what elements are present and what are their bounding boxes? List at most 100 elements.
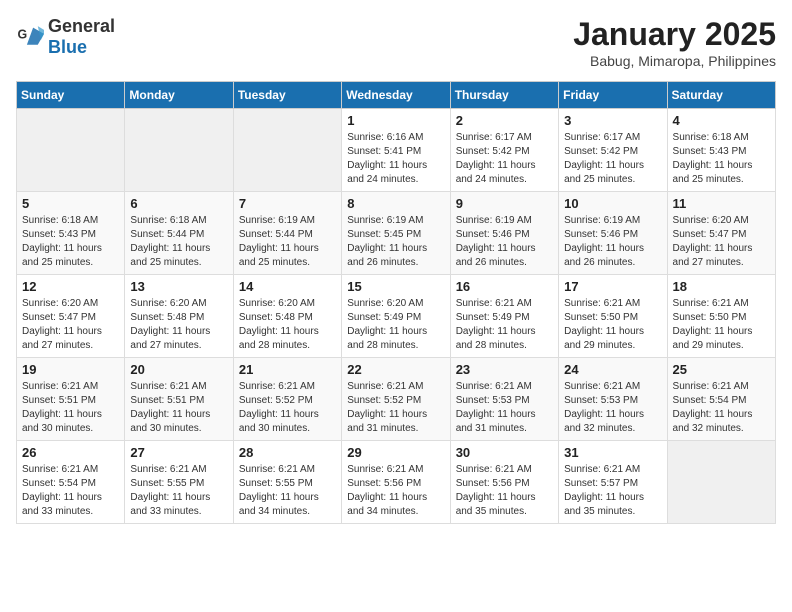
calendar-cell: 30Sunrise: 6:21 AMSunset: 5:56 PMDayligh… bbox=[450, 441, 558, 524]
day-number: 5 bbox=[22, 196, 119, 211]
svg-text:G: G bbox=[18, 28, 28, 42]
day-number: 22 bbox=[347, 362, 444, 377]
day-number: 28 bbox=[239, 445, 336, 460]
calendar-table: SundayMondayTuesdayWednesdayThursdayFrid… bbox=[16, 81, 776, 524]
calendar-cell: 23Sunrise: 6:21 AMSunset: 5:53 PMDayligh… bbox=[450, 358, 558, 441]
day-info: Sunrise: 6:19 AMSunset: 5:44 PMDaylight:… bbox=[239, 214, 336, 270]
logo: G General Blue bbox=[16, 16, 115, 58]
day-number: 9 bbox=[456, 196, 553, 211]
calendar-cell: 27 Sunrise: 6:21 AMSunset: 5:55 PMDayligh… bbox=[125, 441, 233, 524]
day-number: 31 bbox=[564, 445, 661, 460]
day-number: 3 bbox=[564, 113, 661, 128]
calendar-cell: 22 Sunrise: 6:21 AMSunset: 5:52 PMDayligh… bbox=[342, 358, 450, 441]
calendar-cell: 2 Sunrise: 6:17 AMSunset: 5:42 PMDaylight… bbox=[450, 109, 558, 192]
day-info: Sunrise: 6:17 AMSunset: 5:42 PMDaylight:… bbox=[456, 131, 553, 187]
day-info: Sunrise: 6:21 AMSunset: 5:52 PMDaylight:… bbox=[239, 380, 336, 436]
calendar-cell bbox=[667, 441, 775, 524]
calendar-cell: 5 Sunrise: 6:18 AMSunset: 5:43 PMDaylight… bbox=[17, 192, 125, 275]
week-row-4: 19 Sunrise: 6:21 AMSunset: 5:51 PMDayligh… bbox=[17, 358, 776, 441]
calendar-cell bbox=[125, 109, 233, 192]
title-block: January 2025 Babug, Mimaropa, Philippine… bbox=[573, 16, 776, 69]
day-info: Sunrise: 6:20 AMSunset: 5:49 PMDaylight:… bbox=[347, 297, 444, 353]
day-info: Sunrise: 6:21 AMSunset: 5:51 PMDaylight:… bbox=[130, 380, 227, 436]
day-header-sunday: Sunday bbox=[17, 82, 125, 109]
day-number: 26 bbox=[22, 445, 119, 460]
day-number: 4 bbox=[673, 113, 770, 128]
calendar-cell: 29 Sunrise: 6:21 AMSunset: 5:56 PMDayligh… bbox=[342, 441, 450, 524]
calendar-cell: 14 Sunrise: 6:20 AMSunset: 5:48 PMDayligh… bbox=[233, 275, 341, 358]
calendar-cell: 17 Sunrise: 6:21 AMSunset: 5:50 PMDayligh… bbox=[559, 275, 667, 358]
calendar-cell: 8 Sunrise: 6:19 AMSunset: 5:45 PMDaylight… bbox=[342, 192, 450, 275]
calendar-cell: 7 Sunrise: 6:19 AMSunset: 5:44 PMDaylight… bbox=[233, 192, 341, 275]
day-info: Sunrise: 6:21 AMSunset: 5:49 PMDaylight:… bbox=[456, 297, 553, 353]
day-number: 15 bbox=[347, 279, 444, 294]
calendar-cell: 3Sunrise: 6:17 AMSunset: 5:42 PMDaylight… bbox=[559, 109, 667, 192]
day-info: Sunrise: 6:20 AMSunset: 5:48 PMDaylight:… bbox=[239, 297, 336, 353]
calendar-cell: 28Sunrise: 6:21 AMSunset: 5:55 PMDayligh… bbox=[233, 441, 341, 524]
calendar-cell: 9 Sunrise: 6:19 AMSunset: 5:46 PMDaylight… bbox=[450, 192, 558, 275]
calendar-cell: 21 Sunrise: 6:21 AMSunset: 5:52 PMDayligh… bbox=[233, 358, 341, 441]
day-header-saturday: Saturday bbox=[667, 82, 775, 109]
calendar-cell: 16 Sunrise: 6:21 AMSunset: 5:49 PMDayligh… bbox=[450, 275, 558, 358]
day-number: 30 bbox=[456, 445, 553, 460]
calendar-cell bbox=[17, 109, 125, 192]
calendar-cell: 12 Sunrise: 6:20 AMSunset: 5:47 PMDayligh… bbox=[17, 275, 125, 358]
page-title: January 2025 bbox=[573, 16, 776, 53]
day-info: Sunrise: 6:21 AMSunset: 5:57 PMDaylight:… bbox=[564, 463, 661, 519]
day-info: Sunrise: 6:21 AMSunset: 5:54 PMDaylight:… bbox=[22, 463, 119, 519]
page-header: G General Blue January 2025 Babug, Mimar… bbox=[16, 16, 776, 69]
calendar-cell: 10 Sunrise: 6:19 AMSunset: 5:46 PMDayligh… bbox=[559, 192, 667, 275]
day-info: Sunrise: 6:19 AMSunset: 5:46 PMDaylight:… bbox=[456, 214, 553, 270]
week-row-5: 26 Sunrise: 6:21 AMSunset: 5:54 PMDayligh… bbox=[17, 441, 776, 524]
day-number: 11 bbox=[673, 196, 770, 211]
day-number: 21 bbox=[239, 362, 336, 377]
day-info: Sunrise: 6:19 AMSunset: 5:45 PMDaylight:… bbox=[347, 214, 444, 270]
day-info: Sunrise: 6:20 AMSunset: 5:48 PMDaylight:… bbox=[130, 297, 227, 353]
day-number: 13 bbox=[130, 279, 227, 294]
week-row-3: 12 Sunrise: 6:20 AMSunset: 5:47 PMDayligh… bbox=[17, 275, 776, 358]
day-header-tuesday: Tuesday bbox=[233, 82, 341, 109]
day-number: 16 bbox=[456, 279, 553, 294]
day-info: Sunrise: 6:18 AMSunset: 5:44 PMDaylight:… bbox=[130, 214, 227, 270]
day-info: Sunrise: 6:21 AMSunset: 5:53 PMDaylight:… bbox=[564, 380, 661, 436]
day-number: 7 bbox=[239, 196, 336, 211]
calendar-header-row: SundayMondayTuesdayWednesdayThursdayFrid… bbox=[17, 82, 776, 109]
day-number: 17 bbox=[564, 279, 661, 294]
logo-icon: G bbox=[16, 23, 44, 51]
day-header-thursday: Thursday bbox=[450, 82, 558, 109]
week-row-2: 5 Sunrise: 6:18 AMSunset: 5:43 PMDaylight… bbox=[17, 192, 776, 275]
logo-general: General bbox=[48, 16, 115, 36]
calendar-cell: 1 Sunrise: 6:16 AMSunset: 5:41 PMDaylight… bbox=[342, 109, 450, 192]
day-info: Sunrise: 6:19 AMSunset: 5:46 PMDaylight:… bbox=[564, 214, 661, 270]
day-number: 23 bbox=[456, 362, 553, 377]
day-number: 12 bbox=[22, 279, 119, 294]
day-info: Sunrise: 6:20 AMSunset: 5:47 PMDaylight:… bbox=[673, 214, 770, 270]
day-number: 19 bbox=[22, 362, 119, 377]
day-number: 27 bbox=[130, 445, 227, 460]
day-number: 10 bbox=[564, 196, 661, 211]
calendar-cell: 19 Sunrise: 6:21 AMSunset: 5:51 PMDayligh… bbox=[17, 358, 125, 441]
calendar-cell: 15 Sunrise: 6:20 AMSunset: 5:49 PMDayligh… bbox=[342, 275, 450, 358]
day-info: Sunrise: 6:21 AMSunset: 5:50 PMDaylight:… bbox=[564, 297, 661, 353]
day-number: 8 bbox=[347, 196, 444, 211]
calendar-cell: 18Sunrise: 6:21 AMSunset: 5:50 PMDayligh… bbox=[667, 275, 775, 358]
page-subtitle: Babug, Mimaropa, Philippines bbox=[573, 53, 776, 69]
day-header-wednesday: Wednesday bbox=[342, 82, 450, 109]
day-info: Sunrise: 6:21 AMSunset: 5:51 PMDaylight:… bbox=[22, 380, 119, 436]
day-info: Sunrise: 6:16 AMSunset: 5:41 PMDaylight:… bbox=[347, 131, 444, 187]
day-info: Sunrise: 6:21 AMSunset: 5:55 PMDaylight:… bbox=[130, 463, 227, 519]
day-info: Sunrise: 6:18 AMSunset: 5:43 PMDaylight:… bbox=[22, 214, 119, 270]
day-number: 1 bbox=[347, 113, 444, 128]
day-number: 2 bbox=[456, 113, 553, 128]
day-info: Sunrise: 6:21 AMSunset: 5:52 PMDaylight:… bbox=[347, 380, 444, 436]
logo-blue: Blue bbox=[48, 37, 87, 57]
day-header-friday: Friday bbox=[559, 82, 667, 109]
day-number: 29 bbox=[347, 445, 444, 460]
day-number: 14 bbox=[239, 279, 336, 294]
day-info: Sunrise: 6:21 AMSunset: 5:56 PMDaylight:… bbox=[347, 463, 444, 519]
day-number: 24 bbox=[564, 362, 661, 377]
calendar-cell: 31 Sunrise: 6:21 AMSunset: 5:57 PMDayligh… bbox=[559, 441, 667, 524]
day-number: 20 bbox=[130, 362, 227, 377]
day-info: Sunrise: 6:20 AMSunset: 5:47 PMDaylight:… bbox=[22, 297, 119, 353]
calendar-cell: 4Sunrise: 6:18 AMSunset: 5:43 PMDaylight… bbox=[667, 109, 775, 192]
